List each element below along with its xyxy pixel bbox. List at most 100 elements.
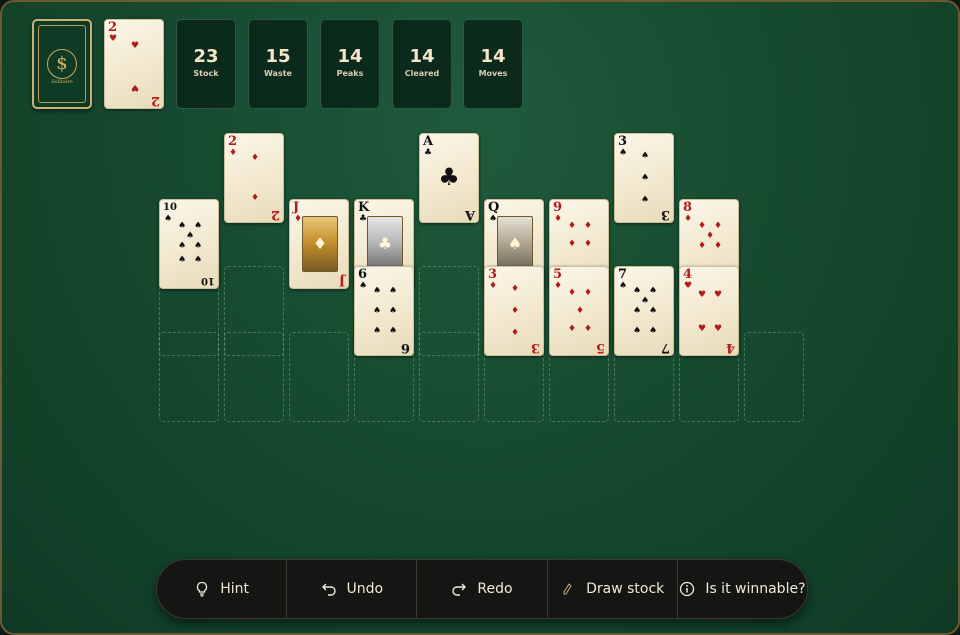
undo-label: Undo	[346, 581, 384, 597]
tableau-card-7-spades[interactable]: 7 ♠ ♠ ♠ ♠ ♠ ♠ ♠ ♠ 7	[614, 266, 674, 356]
draw-stock-button[interactable]: Draw stock	[548, 560, 678, 618]
club-ace-icon: ♣	[438, 163, 460, 191]
card-rank-bottom: 2	[270, 207, 280, 222]
diamond-pip-icon: ♦	[568, 239, 577, 249]
stat-label: Stock	[193, 69, 219, 78]
action-toolbar: Hint Undo Redo Draw stock Is it winnable…	[156, 559, 808, 619]
card-suit: ♦	[229, 148, 238, 158]
diamond-pip-icon: ♦	[511, 306, 520, 316]
card-suit: ♣	[359, 214, 368, 224]
spade-pip-icon: ♠	[641, 195, 650, 205]
card-rank: 5	[553, 267, 563, 282]
heart-pip-icon: ♥	[698, 324, 707, 334]
tableau-card-3-diamonds[interactable]: 3 ♦ ♦ ♦ ♦ 3	[484, 266, 544, 356]
tableau-card-2-diamonds[interactable]: 2 ♦ ♦ ♦ 2	[224, 133, 284, 223]
tableau-card-ace-clubs[interactable]: A ♣ ♣ A	[419, 133, 479, 223]
card-suit: ♥	[684, 281, 693, 291]
card-suit: ♦	[554, 281, 563, 291]
diamond-pip-icon: ♦	[568, 324, 577, 334]
spade-pip-icon: ♠	[633, 326, 642, 336]
card-suit: ♠	[164, 214, 173, 224]
tableau-card-jack-diamonds[interactable]: J ♦ ♦ J	[289, 199, 349, 289]
tableau-card-4-hearts[interactable]: 4 ♥ ♥ ♥ ♥ ♥ 4	[679, 266, 739, 356]
stat-value: 14	[480, 46, 506, 67]
diamond-pip-icon: ♦	[511, 284, 520, 294]
card-suit: ♦	[554, 214, 563, 224]
tableau-card-10-spades[interactable]: 10 ♠ ♠ ♠ ♠ ♠ ♠ ♠ ♠ 10	[159, 199, 219, 289]
diamond-pip-icon: ♦	[251, 193, 260, 203]
card-rank: J	[293, 200, 300, 215]
card-suit: ♣	[424, 148, 433, 158]
spade-pip-icon: ♠	[641, 296, 650, 306]
card-suit: ♦	[489, 281, 498, 291]
waste-card[interactable]: 2 ♥ ♥ ♥ 2	[104, 19, 164, 109]
stat-value: 14	[337, 46, 363, 67]
draw-cards-icon	[560, 581, 576, 597]
stat-waste: 15 Waste	[248, 19, 308, 109]
card-suit: ♠	[619, 148, 628, 158]
stat-label: Peaks	[336, 69, 364, 78]
stat-label: Waste	[264, 69, 292, 78]
spade-pip-icon: ♠	[633, 286, 642, 296]
stat-label: Cleared	[404, 69, 440, 78]
card-rank: Q	[488, 200, 500, 215]
stat-value: 15	[265, 46, 291, 67]
empty-slot	[289, 332, 349, 422]
redo-label: Redo	[477, 581, 513, 597]
hint-button[interactable]: Hint	[157, 560, 288, 618]
tableau-card-6-spades[interactable]: 6 ♠ ♠ ♠ ♠ ♠ ♠ ♠ 6	[354, 266, 414, 356]
card-rank: 6	[358, 267, 368, 282]
card-suit: ♠	[489, 214, 498, 224]
deck-brand: Solitaire	[51, 79, 73, 85]
card-rank-bottom: J	[338, 273, 345, 288]
undo-arrow-icon	[321, 581, 337, 597]
card-rank-bottom: 5	[595, 340, 605, 355]
diamond-pip-icon: ♦	[698, 241, 707, 251]
card-rank: 7	[618, 267, 628, 282]
stat-stock: 23 Stock	[176, 19, 236, 109]
card-rank-bottom: 4	[725, 340, 735, 355]
stat-peaks: 14 Peaks	[320, 19, 380, 109]
king-face-icon: ♣	[367, 216, 403, 272]
card-rank-bottom: 3	[530, 340, 540, 355]
solitaire-seal-icon: $	[47, 49, 77, 79]
winnable-button[interactable]: Is it winnable?	[678, 560, 807, 618]
empty-slot	[744, 332, 804, 422]
diamond-pip-icon: ♦	[584, 288, 593, 298]
card-suit: ♥	[109, 34, 118, 44]
tableau-card-5-diamonds[interactable]: 5 ♦ ♦ ♦ ♦ ♦ ♦ 5	[549, 266, 609, 356]
card-rank-bottom: A	[464, 207, 475, 222]
spade-pip-icon: ♠	[389, 326, 398, 336]
info-icon	[679, 581, 695, 597]
spade-pip-icon: ♠	[389, 286, 398, 296]
card-suit: ♠	[359, 281, 368, 291]
tableau-card-3-spades[interactable]: 3 ♠ ♠ ♠ ♠ 3	[614, 133, 674, 223]
card-suit: ♦	[294, 214, 303, 224]
lightbulb-icon	[194, 581, 210, 597]
queen-face-icon: ♠	[497, 216, 533, 272]
spade-pip-icon: ♠	[641, 151, 650, 161]
spade-pip-icon: ♠	[649, 306, 658, 316]
spade-pip-icon: ♠	[178, 241, 187, 251]
diamond-pip-icon: ♦	[511, 328, 520, 338]
spade-pip-icon: ♠	[641, 173, 650, 183]
card-rank: 8	[683, 200, 693, 215]
spade-pip-icon: ♠	[633, 306, 642, 316]
spade-pip-icon: ♠	[194, 241, 203, 251]
spade-pip-icon: ♠	[373, 326, 382, 336]
card-rank: 4	[683, 267, 693, 282]
stock-pile[interactable]: $ Solitaire	[32, 19, 92, 109]
diamond-pip-icon: ♦	[714, 241, 723, 251]
diamond-pip-icon: ♦	[576, 306, 585, 316]
redo-button[interactable]: Redo	[417, 560, 548, 618]
card-rank: 9	[553, 200, 563, 215]
diamond-pip-icon: ♦	[568, 221, 577, 231]
stat-value: 23	[193, 46, 219, 67]
heart-pip-icon: ♥	[131, 82, 140, 92]
stat-cleared: 14 Cleared	[392, 19, 452, 109]
heart-pip-icon: ♥	[131, 41, 140, 51]
diamond-pip-icon: ♦	[714, 221, 723, 231]
undo-button[interactable]: Undo	[287, 560, 418, 618]
diamond-pip-icon: ♦	[584, 239, 593, 249]
diamond-pip-icon: ♦	[251, 153, 260, 163]
